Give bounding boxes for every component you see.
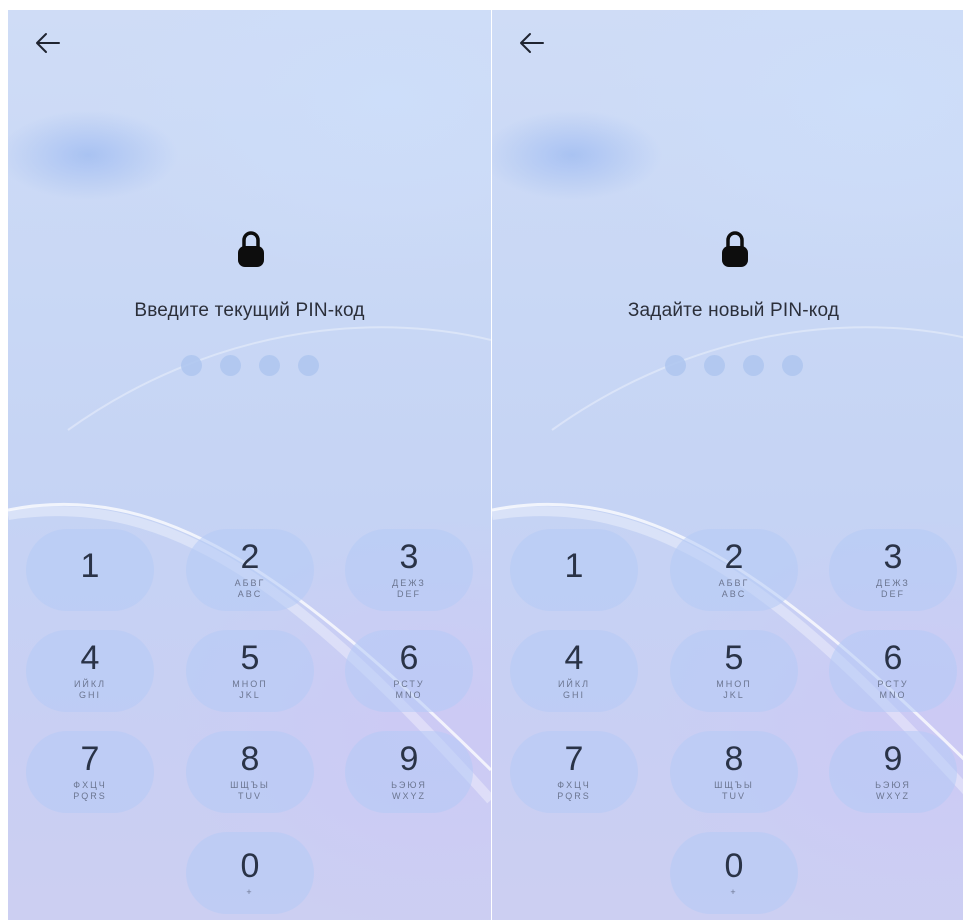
key-letters-latin: DEF [881, 589, 905, 599]
key-letters-cyrillic: ШЩЪЫ [230, 780, 270, 790]
key-letters-latin: MNO [879, 690, 907, 700]
keypad-key-9[interactable]: 9 ЬЭЮЯ WXYZ [829, 731, 957, 813]
keypad-key-3[interactable]: 3 ДЕЖЗ DEF [345, 529, 473, 611]
key-letters-latin: GHI [562, 690, 585, 700]
key-letters-latin: GHI [78, 690, 101, 700]
key-letters-cyrillic: ЬЭЮЯ [391, 780, 427, 790]
keypad-key-0[interactable]: 0 + [670, 832, 798, 914]
key-digit: 4 [80, 639, 100, 677]
key-digit: 1 [80, 547, 100, 585]
keypad-key-2[interactable]: 2 АБВГ ABC [670, 529, 798, 611]
pin-dots [492, 355, 963, 376]
key-letters-latin: PQRS [557, 791, 591, 801]
pin-prompt-title: Задайте новый PIN-код [627, 300, 840, 321]
keypad-key-8[interactable]: 8 ШЩЪЫ TUV [186, 731, 314, 813]
key-letters-plus: + [730, 886, 738, 897]
key-letters-latin: DEF [397, 589, 421, 599]
key-letters-cyrillic: РСТУ [393, 679, 425, 689]
key-digit: 4 [564, 639, 584, 677]
keypad-key-4[interactable]: 4 ИЙКЛ GHI [510, 630, 638, 712]
key-letters-cyrillic: МНОП [232, 679, 268, 689]
pin-dot [703, 355, 725, 376]
key-letters-latin: ABC [721, 589, 747, 599]
keypad-key-2[interactable]: 2 АБВГ ABC [186, 529, 314, 611]
arrow-left-icon[interactable] [517, 28, 547, 58]
key-digit: 5 [240, 639, 260, 677]
keypad-key-9[interactable]: 9 ЬЭЮЯ WXYZ [345, 731, 473, 813]
key-letters-cyrillic: ДЕЖЗ [392, 578, 426, 588]
pin-prompt-title: Введите текущий PIN-код [134, 300, 365, 321]
key-letters-cyrillic: РСТУ [877, 679, 909, 689]
pin-dot [219, 355, 241, 376]
key-digit: 0 [240, 846, 260, 885]
keypad-key-1[interactable]: 1 [26, 529, 154, 611]
pin-dot [180, 355, 202, 376]
pin-screen-current: Введите текущий PIN-код 1 2 АБВГ ABC 3 ДЕЖЗ… [8, 10, 491, 920]
key-letters-latin: WXYZ [392, 791, 426, 801]
key-digit: 1 [564, 547, 584, 585]
key-letters-latin: ABC [237, 589, 263, 599]
key-letters-latin: TUV [722, 791, 746, 801]
key-digit: 8 [240, 740, 260, 778]
key-digit: 7 [80, 740, 100, 778]
pin-dot [664, 355, 686, 376]
keypad-key-8[interactable]: 8 ШЩЪЫ TUV [670, 731, 798, 813]
pin-dots [8, 355, 491, 376]
key-letters-cyrillic: ЬЭЮЯ [875, 780, 911, 790]
key-digit: 3 [883, 538, 903, 576]
key-letters-cyrillic: МНОП [716, 679, 752, 689]
key-letters-cyrillic: АБВГ [234, 578, 266, 588]
key-letters-cyrillic: ФХЦЧ [557, 780, 591, 790]
key-letters-cyrillic: ШЩЪЫ [714, 780, 754, 790]
key-letters-latin: WXYZ [876, 791, 910, 801]
pin-dot [297, 355, 319, 376]
key-letters-cyrillic: АБВГ [718, 578, 750, 588]
keypad-key-4[interactable]: 4 ИЙКЛ GHI [26, 630, 154, 712]
key-digit: 7 [564, 740, 584, 778]
keypad-key-7[interactable]: 7 ФХЦЧ PQRS [510, 731, 638, 813]
key-letters-cyrillic: ДЕЖЗ [876, 578, 910, 588]
arrow-left-icon[interactable] [33, 28, 63, 58]
key-digit: 0 [724, 846, 744, 885]
keypad-key-5[interactable]: 5 МНОП JKL [670, 630, 798, 712]
keypad-key-6[interactable]: 6 РСТУ MNO [345, 630, 473, 712]
key-digit: 3 [399, 538, 419, 576]
lock-icon [722, 231, 748, 267]
key-letters-latin: JKL [723, 690, 745, 700]
pin-dot [742, 355, 764, 376]
keypad-key-3[interactable]: 3 ДЕЖЗ DEF [829, 529, 957, 611]
key-digit: 8 [724, 740, 744, 778]
key-letters-cyrillic: ИЙКЛ [73, 679, 107, 689]
key-letters-latin: JKL [239, 690, 261, 700]
key-letters-cyrillic: ФХЦЧ [73, 780, 107, 790]
key-digit: 5 [724, 639, 744, 677]
key-digit: 9 [883, 740, 903, 778]
pin-dot [258, 355, 280, 376]
key-digit: 2 [240, 538, 260, 576]
keypad-key-1[interactable]: 1 [510, 529, 638, 611]
key-digit: 6 [883, 639, 903, 677]
key-letters-cyrillic: ИЙКЛ [557, 679, 591, 689]
key-digit: 2 [724, 538, 744, 576]
key-letters-plus: + [246, 886, 254, 897]
lock-icon [238, 231, 264, 267]
keypad-key-5[interactable]: 5 МНОП JKL [186, 630, 314, 712]
keypad-key-7[interactable]: 7 ФХЦЧ PQRS [26, 731, 154, 813]
keypad-key-0[interactable]: 0 + [186, 832, 314, 914]
key-letters-latin: TUV [238, 791, 262, 801]
key-letters-latin: PQRS [73, 791, 107, 801]
pin-screen-new: Задайте новый PIN-код 1 2 АБВГ ABC 3 ДЕЖЗ DE… [492, 10, 963, 920]
keypad-key-6[interactable]: 6 РСТУ MNO [829, 630, 957, 712]
pin-dot [781, 355, 803, 376]
key-digit: 9 [399, 740, 419, 778]
key-letters-latin: MNO [395, 690, 423, 700]
key-digit: 6 [399, 639, 419, 677]
